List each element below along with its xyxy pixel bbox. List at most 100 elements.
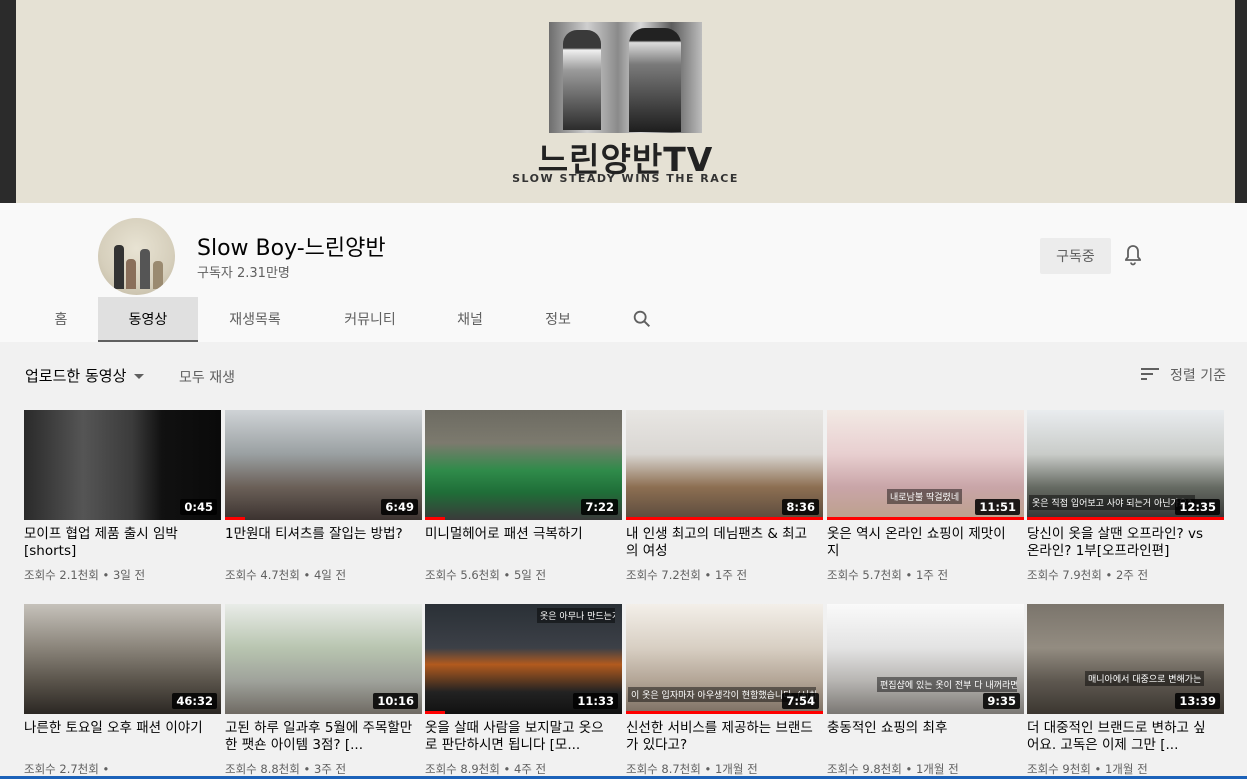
chevron-down-icon: [134, 374, 145, 379]
video-thumbnail[interactable]: 10:16: [225, 604, 422, 714]
meta-separator: •: [901, 568, 916, 582]
video-title[interactable]: 1만원대 티셔츠를 잘입는 방법?: [225, 526, 415, 543]
video-title[interactable]: 미니멀헤어로 패션 극복하기: [425, 526, 615, 543]
video-thumbnail[interactable]: 46:32: [24, 604, 221, 714]
video-thumbnail[interactable]: 8:36: [626, 410, 823, 520]
tab-community[interactable]: 커뮤니티: [320, 297, 420, 342]
video-card[interactable]: 7:22 미니멀헤어로 패션 극복하기 조회수 5.6천회 • 5일 전: [425, 410, 622, 585]
watch-progress-bar: [1027, 517, 1224, 520]
meta-separator: •: [499, 762, 514, 776]
video-thumbnail[interactable]: 6:49: [225, 410, 422, 520]
bell-icon[interactable]: [1121, 243, 1145, 267]
video-meta: 조회수 8.8천회 • 3주 전: [225, 761, 346, 777]
tab-about[interactable]: 정보: [524, 297, 592, 342]
video-thumbnail[interactable]: 0:45: [24, 410, 221, 520]
video-card[interactable]: 내로남불 딱걸렸네 11:51 옷은 역시 온라인 쇼핑이 제맛이지조회수 5.7천…: [827, 410, 1024, 585]
channel-avatar[interactable]: [98, 218, 175, 295]
video-thumbnail[interactable]: 옷은 직접 입어보고 사야 되는거 아닌가요? 12:35: [1027, 410, 1224, 520]
play-all-button[interactable]: 모두 재생: [179, 367, 235, 387]
video-meta: 조회수 4.7천회 • 4일 전: [225, 567, 346, 583]
subscribed-button[interactable]: 구독중: [1040, 238, 1111, 274]
video-thumbnail[interactable]: 옷은 아무나 만드는게 아니더라 11:33: [425, 604, 622, 714]
upload-age: 1주 전: [915, 568, 949, 582]
video-card[interactable]: 0:45 모이프 협업 제품 출시 임박 [shorts] 조회수 2.1천회 • …: [24, 410, 221, 585]
video-meta: 조회수 8.7천회 • 1개월 전: [626, 761, 758, 777]
uploads-dropdown[interactable]: 업로드한 동영상: [25, 365, 145, 386]
video-card[interactable]: 8:36 내 인생 최고의 데님팬츠 & 최고의 여성조회수 7.2천회 • 1주…: [626, 410, 823, 585]
view-count: 조회수 9.8천회: [827, 762, 902, 776]
meta-separator: •: [98, 762, 110, 776]
watch-progress-bar: [626, 517, 823, 520]
search-icon[interactable]: [631, 308, 653, 330]
thumbnail-caption: 편집샵에 있는 옷이 전부 다 내꺼라면 어떤 기분일까?: [877, 677, 1017, 692]
video-card[interactable]: 편집샵에 있는 옷이 전부 다 내꺼라면 어떤 기분일까?9:35 충동적인 쇼핑…: [827, 604, 1024, 779]
view-count: 조회수 8.9천회: [425, 762, 500, 776]
sort-by-label[interactable]: 정렬 기준: [1170, 365, 1226, 385]
video-title[interactable]: 당신이 옷을 살땐 오프라인? vs 온라인? 1부[오프라인편]: [1027, 526, 1217, 560]
video-card[interactable]: 옷은 직접 입어보고 사야 되는거 아닌가요? 12:35 당신이 옷을 살땐 오프…: [1027, 410, 1224, 585]
watch-progress-bar: [225, 517, 245, 520]
video-meta: 조회수 8.9천회 • 4주 전: [425, 761, 546, 777]
video-thumbnail[interactable]: 내로남불 딱걸렸네 11:51: [827, 410, 1024, 520]
upload-age: 2주 전: [1115, 568, 1149, 582]
tab-videos[interactable]: 동영상: [98, 297, 198, 342]
view-count: 조회수 2.7천회: [24, 762, 99, 776]
video-meta: 조회수 7.9천회 • 2주 전: [1027, 567, 1148, 583]
thumbnail-caption: 매니아에서 대중으로 변해가는: [1085, 671, 1205, 686]
video-card[interactable]: 6:49 1만원대 티셔츠를 잘입는 방법? 조회수 4.7천회 • 4일 전: [225, 410, 422, 585]
upload-age: 1개월 전: [1104, 762, 1148, 776]
view-count: 조회수 2.1천회: [24, 568, 99, 582]
video-duration: 11:33: [573, 693, 618, 709]
video-card[interactable]: 46:32 나른한 토요일 오후 패션 이야기조회수 2.7천회 •: [24, 604, 221, 779]
video-title[interactable]: 내 인생 최고의 데님팬츠 & 최고의 여성: [626, 526, 816, 560]
video-card[interactable]: 10:16 고된 하루 일과후 5월에 주목할만한 팻숀 아이템 3점? [...…: [225, 604, 422, 779]
sort-icon[interactable]: [1141, 367, 1159, 381]
video-card[interactable]: 이 옷은 입자마자 아우생각이 현함했습니다. (서치보이)7:54 신선한 서비…: [626, 604, 823, 779]
video-card[interactable]: 매니아에서 대중으로 변해가는 13:39 더 대중적인 브랜드로 변하고 싶어요.…: [1027, 604, 1224, 779]
tab-playlists[interactable]: 재생목록: [206, 297, 304, 342]
video-meta: 조회수 2.7천회 •: [24, 761, 109, 777]
upload-age: 1주 전: [714, 568, 748, 582]
video-title[interactable]: 나른한 토요일 오후 패션 이야기: [24, 720, 214, 737]
video-title[interactable]: 신선한 서비스를 제공하는 브랜드가 있다고?: [626, 720, 816, 754]
video-meta: 조회수 9.8천회 • 1개월 전: [827, 761, 959, 777]
video-thumbnail[interactable]: 매니아에서 대중으로 변해가는 13:39: [1027, 604, 1224, 714]
meta-separator: •: [901, 762, 916, 776]
video-thumbnail[interactable]: 이 옷은 입자마자 아우생각이 현함했습니다. (서치보이)7:54: [626, 604, 823, 714]
view-count: 조회수 8.7천회: [626, 762, 701, 776]
video-meta: 조회수 7.2천회 • 1주 전: [626, 567, 747, 583]
thumbnail-caption: 옷은 직접 입어보고 사야 되는거 아닌가요?: [1029, 495, 1195, 510]
video-meta: 조회수 9천회 • 1개월 전: [1027, 761, 1148, 777]
view-count: 조회수 7.9천회: [1027, 568, 1102, 582]
meta-separator: •: [299, 762, 314, 776]
upload-age: 1개월 전: [915, 762, 959, 776]
meta-separator: •: [1090, 762, 1105, 776]
video-thumbnail[interactable]: 편집샵에 있는 옷이 전부 다 내꺼라면 어떤 기분일까?9:35: [827, 604, 1024, 714]
upload-age: 4일 전: [313, 568, 347, 582]
meta-separator: •: [499, 568, 514, 582]
banner-photo: [549, 22, 702, 133]
video-title[interactable]: 모이프 협업 제품 출시 임박 [shorts]: [24, 526, 214, 560]
video-title[interactable]: 고된 하루 일과후 5월에 주목할만한 팻숀 아이템 3점? [...: [225, 720, 415, 754]
view-count: 조회수 8.8천회: [225, 762, 300, 776]
tab-channels[interactable]: 채널: [436, 297, 504, 342]
video-duration: 10:16: [373, 693, 418, 709]
watch-progress-bar: [425, 517, 445, 520]
watch-progress-bar: [827, 517, 1024, 520]
video-title[interactable]: 더 대중적인 브랜드로 변하고 싶어요. 고독은 이제 그만 [...: [1027, 720, 1217, 754]
youtube-channel-page: 느린양반TV SLOW STEADY WINS THE RACE Slow Bo…: [0, 0, 1247, 779]
channel-banner: 느린양반TV SLOW STEADY WINS THE RACE: [0, 0, 1247, 203]
video-card[interactable]: 옷은 아무나 만드는게 아니더라 11:33 옷을 살때 사람을 보지말고 옷으로 …: [425, 604, 622, 779]
video-duration: 7:22: [581, 499, 618, 515]
tab-home[interactable]: 홈: [24, 297, 98, 342]
video-title[interactable]: 옷을 살때 사람을 보지말고 옷으로 판단하시면 됩니다 [모...: [425, 720, 615, 754]
upload-age: 4주 전: [513, 762, 547, 776]
view-count: 조회수 9천회: [1027, 762, 1091, 776]
video-title[interactable]: 옷은 역시 온라인 쇼핑이 제맛이지: [827, 526, 1017, 560]
video-meta: 조회수 5.7천회 • 1주 전: [827, 567, 948, 583]
video-title[interactable]: 충동적인 쇼핑의 최후: [827, 720, 1017, 737]
video-meta: 조회수 2.1천회 • 3일 전: [24, 567, 145, 583]
banner-subtitle: SLOW STEADY WINS THE RACE: [512, 172, 739, 185]
video-thumbnail[interactable]: 7:22: [425, 410, 622, 520]
video-duration: 0:45: [180, 499, 217, 515]
